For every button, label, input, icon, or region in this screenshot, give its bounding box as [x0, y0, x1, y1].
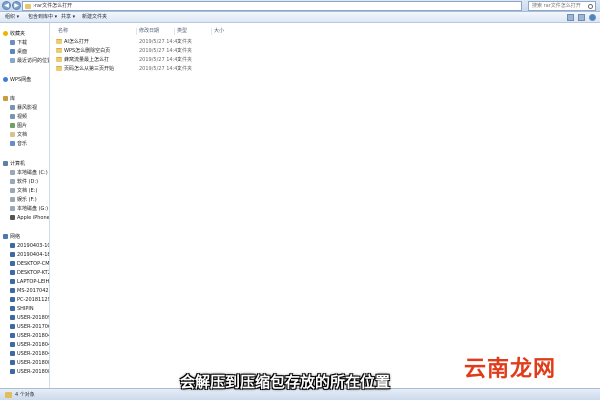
folder-icon [5, 392, 12, 398]
address-bar-row: ◀ ▶ › rar文件怎么打开 搜索 rar文件怎么打开 [0, 0, 600, 12]
file-type: 文件夹 [177, 66, 193, 72]
column-header-name[interactable]: 名称 [58, 28, 68, 35]
search-icon[interactable] [588, 4, 593, 9]
back-arrow-icon: ◀ [4, 2, 9, 9]
document-icon [10, 132, 15, 137]
network-computer-icon [10, 270, 15, 275]
file-list-pane: 名称 修改日期 类型 大小 AI怎么打开 2019/5/27 14:42 文件夹… [51, 23, 600, 388]
file-date: 2019/5/27 14:42 [139, 39, 181, 45]
cloud-icon [3, 77, 8, 82]
change-view-icon[interactable] [567, 14, 574, 21]
folder-icon [25, 4, 31, 9]
command-bar: 组织 ▾ 包含到库中 ▾ 共享 ▾ 新建文件夹 [0, 12, 600, 23]
network-computer-icon [10, 369, 15, 374]
network-computer-icon [10, 351, 15, 356]
column-divider[interactable] [211, 28, 212, 35]
recent-places-icon [10, 58, 15, 63]
navigation-pane: 收藏夹 下载 桌面 最近访问的位置 WPS网盘 库 暴风影视 视频 图片 文档 … [0, 23, 50, 388]
file-type: 文件夹 [177, 39, 193, 45]
file-name: WPS怎么删除空白页 [64, 48, 111, 54]
star-icon [3, 31, 8, 36]
file-row[interactable]: 蜂窝流量最上怎么打 2019/5/27 14:42 文件夹 [56, 56, 306, 64]
share-button[interactable]: 共享 ▾ [61, 14, 75, 21]
breadcrumb-current-folder[interactable]: rar文件怎么打开 [35, 3, 72, 10]
file-date: 2019/5/27 14:42 [139, 48, 181, 54]
music-icon [10, 141, 15, 146]
search-input[interactable]: 搜索 rar文件怎么打开 [528, 1, 596, 11]
column-divider[interactable] [174, 28, 175, 35]
forward-arrow-icon: ▶ [14, 2, 19, 9]
back-button[interactable]: ◀ [2, 1, 11, 10]
search-placeholder: 搜索 rar文件怎么打开 [532, 3, 581, 9]
item-count: 4 个对象 [15, 392, 35, 398]
preview-pane-icon[interactable] [578, 14, 585, 21]
drive-icon [10, 170, 15, 175]
picture-icon [10, 123, 15, 128]
new-folder-button[interactable]: 新建文件夹 [82, 14, 107, 21]
organize-menu-button[interactable]: 组织 ▾ [5, 14, 19, 21]
folder-icon [56, 57, 62, 62]
file-date: 2019/5/27 14:42 [139, 57, 181, 63]
drive-icon [10, 197, 15, 202]
column-divider[interactable] [136, 28, 137, 35]
network-computer-icon [10, 252, 15, 257]
drive-icon [10, 188, 15, 193]
download-folder-icon [10, 40, 15, 45]
address-bar[interactable]: › rar文件怎么打开 [22, 1, 522, 11]
network-computer-icon [10, 306, 15, 311]
network-computer-icon [10, 315, 15, 320]
video-icon [10, 114, 15, 119]
network-computer-icon [10, 324, 15, 329]
network-computer-icon [10, 279, 15, 284]
folder-icon [56, 39, 62, 44]
file-row[interactable]: AI怎么打开 2019/5/27 14:42 文件夹 [56, 38, 306, 46]
network-icon [3, 234, 8, 239]
file-name: AI怎么打开 [64, 39, 89, 45]
file-name: 页码怎么从第三页开始 [64, 66, 115, 72]
network-computer-icon [10, 288, 15, 293]
site-watermark: 云南龙网 [464, 357, 557, 382]
include-in-library-button[interactable]: 包含到库中 ▾ [28, 14, 57, 21]
column-header-date[interactable]: 修改日期 [139, 28, 159, 35]
drive-icon [10, 206, 15, 211]
help-icon[interactable] [589, 14, 596, 21]
folder-icon [56, 48, 62, 53]
file-date: 2019/5/27 14:42 [139, 66, 181, 72]
network-computer-icon [10, 342, 15, 347]
video-subtitle: 会解压到压缩包存放的所在位置 [180, 373, 391, 391]
forward-button[interactable]: ▶ [12, 1, 21, 10]
video-library-icon [10, 105, 15, 110]
file-row[interactable]: 页码怎么从第三页开始 2019/5/27 14:42 文件夹 [56, 65, 306, 73]
file-type: 文件夹 [177, 48, 193, 54]
network-computer-icon [10, 333, 15, 338]
network-computer-icon [10, 360, 15, 365]
drive-icon [10, 179, 15, 184]
library-icon [3, 96, 8, 101]
column-header-size[interactable]: 大小 [214, 28, 224, 35]
desktop-icon [10, 49, 15, 54]
file-row[interactable]: WPS怎么删除空白页 2019/5/27 14:42 文件夹 [56, 47, 306, 55]
network-computer-icon [10, 297, 15, 302]
network-computer-icon [10, 243, 15, 248]
file-type: 文件夹 [177, 57, 193, 63]
file-name: 蜂窝流量最上怎么打 [64, 57, 110, 63]
network-computer-icon [10, 261, 15, 266]
computer-icon [3, 161, 8, 166]
folder-icon [56, 66, 62, 71]
column-header-type[interactable]: 类型 [177, 28, 187, 35]
phone-icon [10, 215, 15, 220]
